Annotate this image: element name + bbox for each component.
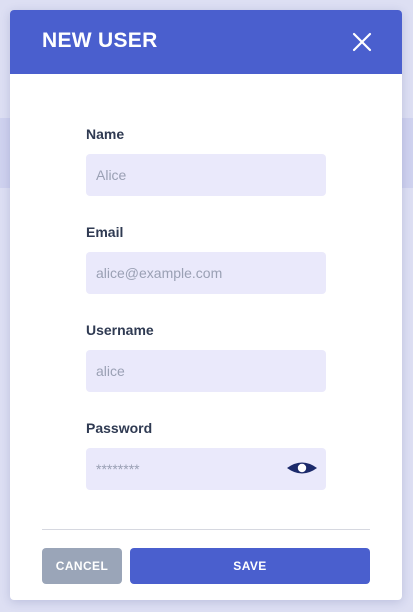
password-label: Password [86,420,153,436]
close-icon [352,32,372,52]
eye-icon [287,462,317,474]
password-visibility-toggle[interactable] [284,459,320,477]
footer-divider [42,529,370,530]
dialog-title: NEW USER [42,29,158,52]
username-label: Username [86,322,154,338]
email-input[interactable] [86,252,326,294]
username-input[interactable] [86,350,326,392]
cancel-button[interactable]: CANCEL [42,548,122,584]
name-input[interactable] [86,154,326,196]
save-button[interactable]: SAVE [130,548,370,584]
name-label: Name [86,126,125,142]
close-button[interactable] [348,28,376,56]
dialog-header: NEW USER [10,10,402,74]
email-label: Email [86,224,124,240]
new-user-dialog: NEW USER Name Email Username Password CA… [10,10,402,600]
